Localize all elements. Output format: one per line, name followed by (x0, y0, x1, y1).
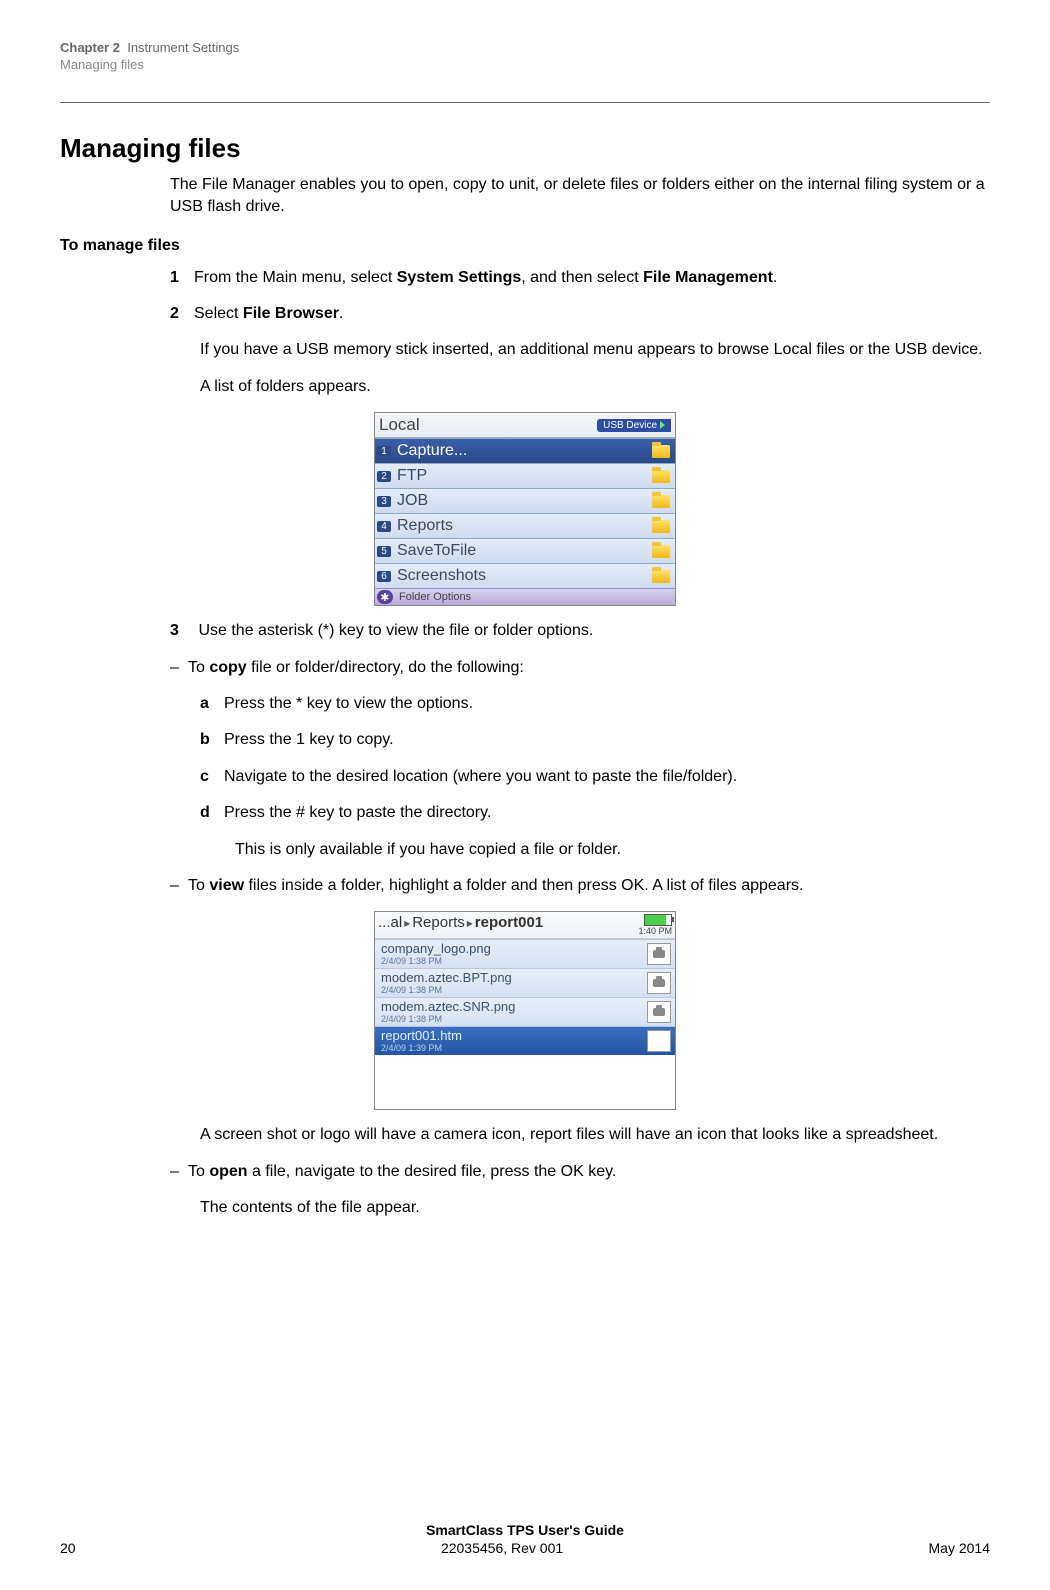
step-number: 2 (170, 303, 194, 325)
folder-label: SaveToFile (393, 542, 652, 560)
folder-row-ftp[interactable]: 2 FTP (375, 463, 675, 488)
file-name: modem.aztec.BPT.png (381, 970, 512, 985)
camera-icon (647, 1001, 671, 1023)
battery-icon (644, 914, 672, 926)
file-timestamp: 2/4/09 1:38 PM (381, 985, 512, 995)
file-timestamp: 2/4/09 1:38 PM (381, 1014, 515, 1024)
arrow-right-icon (660, 421, 665, 429)
step-1: 1From the Main menu, select System Setti… (170, 267, 990, 289)
folder-icon (652, 445, 670, 458)
open-result: The contents of the file appear. (200, 1197, 990, 1219)
scr1-location: Local (379, 415, 420, 435)
section-heading: Managing files (60, 133, 990, 164)
file-row[interactable]: modem.aztec.SNR.png 2/4/09 1:38 PM (375, 997, 675, 1026)
folder-label: Screenshots (393, 567, 652, 585)
copy-step-d: dPress the # key to paste the directory. (200, 802, 990, 824)
footer-title: SmartClass TPS User's Guide (60, 1522, 990, 1538)
step-3: 3 Use the asterisk (*) key to view the f… (170, 620, 990, 642)
chapter-number: Chapter 2 (60, 40, 120, 55)
folder-row-reports[interactable]: 4 Reports (375, 513, 675, 538)
page-footer: SmartClass TPS User's Guide 20 22035456,… (60, 1522, 990, 1556)
horizontal-rule (60, 102, 990, 103)
camera-icon (647, 972, 671, 994)
folder-options-label: Folder Options (399, 591, 471, 603)
page-number: 20 (60, 1540, 76, 1556)
intro-paragraph: The File Manager enables you to open, co… (170, 174, 990, 219)
folder-row-savetofile[interactable]: 5 SaveToFile (375, 538, 675, 563)
chevron-right-icon: ▸ (402, 916, 412, 930)
doc-number: 22035456, Rev 001 (441, 1540, 563, 1556)
row-number: 6 (377, 571, 391, 582)
camera-icon (647, 943, 671, 965)
copy-step-b: bPress the 1 key to copy. (200, 729, 990, 751)
screenshot1-titlebar: Local USB Device (375, 413, 675, 438)
folder-label: Reports (393, 517, 652, 535)
row-number: 5 (377, 546, 391, 557)
copy-step-c: cNavigate to the desired location (where… (200, 766, 990, 788)
after-scr2-note: A screen shot or logo will have a camera… (200, 1124, 990, 1146)
folder-row-job[interactable]: 3 JOB (375, 488, 675, 513)
page-header: Chapter 2 Instrument Settings (60, 40, 990, 57)
screenshot-file-list: ...al▸Reports▸report001 1:40 PM company_… (374, 911, 676, 1110)
footer-date: May 2014 (929, 1540, 990, 1556)
step-number: 3 (170, 620, 194, 642)
folder-icon (652, 520, 670, 533)
breadcrumb: ...al▸Reports▸report001 (378, 914, 543, 931)
chapter-title: Instrument Settings (127, 40, 239, 55)
row-number: 2 (377, 471, 391, 482)
battery-status: 1:40 PM (638, 914, 672, 936)
file-name: report001.htm (381, 1028, 462, 1043)
folder-label: Capture... (393, 442, 652, 460)
step-2: 2Select File Browser. (170, 303, 990, 325)
folder-icon (652, 570, 670, 583)
screenshot-folder-list: Local USB Device 1 Capture... 2 FTP 3 JO… (374, 412, 676, 606)
step-number: 1 (170, 267, 194, 289)
file-row-selected[interactable]: report001.htm 2/4/09 1:39 PM (375, 1026, 675, 1055)
folder-icon (652, 470, 670, 483)
view-lead: –To view files inside a folder, highligh… (170, 875, 990, 897)
usb-device-badge[interactable]: USB Device (597, 419, 671, 432)
folder-row-screenshots[interactable]: 6 Screenshots (375, 563, 675, 588)
folder-label: JOB (393, 492, 652, 510)
asterisk-icon: ✱ (377, 590, 393, 604)
chevron-right-icon: ▸ (465, 916, 475, 930)
scr2-titlebar: ...al▸Reports▸report001 1:40 PM (375, 912, 675, 939)
procedure-heading: To manage files (60, 237, 990, 255)
folder-icon (652, 545, 670, 558)
blank-area (375, 1055, 675, 1109)
clock-time: 1:40 PM (638, 926, 672, 936)
folder-options-footer[interactable]: ✱ Folder Options (375, 588, 675, 605)
file-timestamp: 2/4/09 1:39 PM (381, 1043, 462, 1053)
row-number: 4 (377, 521, 391, 532)
file-timestamp: 2/4/09 1:38 PM (381, 956, 491, 966)
file-row[interactable]: modem.aztec.BPT.png 2/4/09 1:38 PM (375, 968, 675, 997)
step-2-detail-2: A list of folders appears. (200, 376, 990, 398)
folder-icon (652, 495, 670, 508)
row-number: 1 (377, 446, 391, 457)
copy-note: This is only available if you have copie… (235, 839, 990, 861)
file-name: company_logo.png (381, 941, 491, 956)
file-name: modem.aztec.SNR.png (381, 999, 515, 1014)
open-lead: –To open a file, navigate to the desired… (170, 1161, 990, 1183)
copy-step-a: aPress the * key to view the options. (200, 693, 990, 715)
copy-lead: –To copy file or folder/directory, do th… (170, 657, 990, 679)
file-row[interactable]: company_logo.png 2/4/09 1:38 PM (375, 939, 675, 968)
step-2-detail-1: If you have a USB memory stick inserted,… (200, 339, 990, 361)
spreadsheet-icon (647, 1030, 671, 1052)
folder-row-capture[interactable]: 1 Capture... (375, 438, 675, 463)
header-section: Managing files (60, 57, 990, 72)
row-number: 3 (377, 496, 391, 507)
folder-label: FTP (393, 467, 652, 485)
